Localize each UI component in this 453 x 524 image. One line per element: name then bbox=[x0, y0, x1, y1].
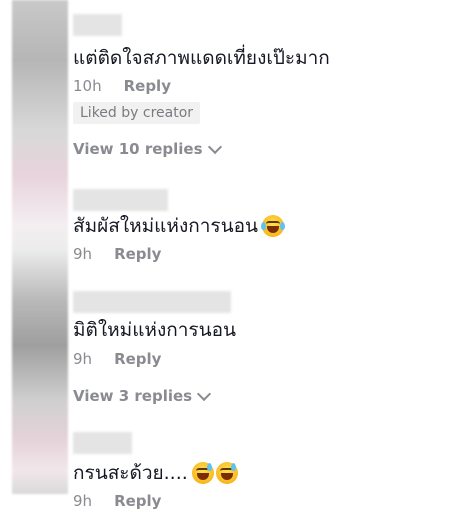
view-replies-button[interactable]: View 10 replies bbox=[73, 139, 222, 159]
grinning-face-with-sweat-icon bbox=[191, 462, 214, 484]
liked-by-creator-badge: Liked by creator bbox=[73, 102, 201, 124]
comment-text: มิติใหม่แห่งการนอน bbox=[73, 319, 237, 341]
reply-button[interactable]: Reply bbox=[124, 76, 171, 96]
blurred-avatar-column bbox=[12, 0, 68, 494]
comment-text: กรนสะด้วย.... bbox=[73, 461, 238, 485]
tear-icon bbox=[280, 222, 285, 230]
comment-meta: 9h Reply bbox=[73, 244, 161, 264]
view-replies-label: View 3 replies bbox=[73, 387, 193, 405]
comment-text-content: สัมผัสใหม่แห่งการนอน bbox=[73, 215, 258, 237]
comment-text-content: กรนสะด้วย.... bbox=[73, 462, 188, 484]
comment-meta: 10h Reply bbox=[73, 76, 171, 96]
view-replies-button[interactable]: View 3 replies bbox=[73, 386, 212, 406]
comments-panel: แต่ติดใจสภาพแดดเที่ยงเป๊ะมาก 10h Reply L… bbox=[0, 0, 453, 524]
comment-meta: 9h Reply bbox=[73, 491, 161, 511]
comment-time: 9h bbox=[73, 492, 93, 510]
reply-button[interactable]: Reply bbox=[114, 349, 161, 369]
grinning-face-with-sweat-icon bbox=[215, 462, 238, 484]
tear-icon bbox=[261, 222, 266, 230]
face-with-tears-of-joy-icon bbox=[261, 215, 285, 237]
blurred-username bbox=[73, 432, 132, 454]
blurred-username bbox=[73, 189, 168, 211]
sweat-drop-icon bbox=[230, 463, 236, 471]
view-replies-label: View 10 replies bbox=[73, 140, 203, 158]
comment-time: 10h bbox=[73, 77, 102, 95]
comment-text: แต่ติดใจสภาพแดดเที่ยงเป๊ะมาก bbox=[73, 47, 330, 69]
comment-text: สัมผัสใหม่แห่งการนอน bbox=[73, 214, 285, 238]
sweat-drop-icon bbox=[206, 463, 212, 471]
blurred-username bbox=[73, 14, 122, 36]
reply-button[interactable]: Reply bbox=[114, 244, 161, 264]
comment-meta: 9h Reply bbox=[73, 349, 161, 369]
blurred-username bbox=[73, 291, 231, 313]
chevron-down-icon bbox=[207, 139, 222, 154]
chevron-down-icon bbox=[197, 386, 212, 401]
comment-time: 9h bbox=[73, 245, 93, 263]
comment-time: 9h bbox=[73, 350, 93, 368]
reply-button[interactable]: Reply bbox=[114, 491, 161, 511]
